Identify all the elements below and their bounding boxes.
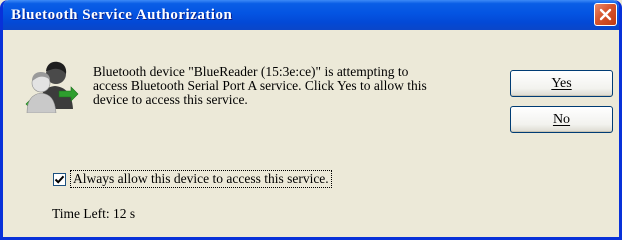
no-button[interactable]: No [510, 106, 613, 133]
always-allow-checkbox[interactable] [53, 172, 66, 186]
bluetooth-users-icon [23, 57, 81, 114]
dialog-content: Bluetooth device "BlueReader (15:3e:ce)"… [3, 30, 619, 237]
always-allow-label[interactable]: Always allow this device to access this … [70, 170, 332, 188]
dialog-window: Bluetooth Service Authorization Bluetoot… [0, 0, 622, 240]
close-icon [599, 8, 612, 21]
checkmark-icon [54, 175, 65, 184]
message-line: Bluetooth device "BlueReader (15:3e:ce)"… [93, 64, 409, 79]
yes-button-label: Yes [551, 75, 572, 91]
yes-button[interactable]: Yes [510, 70, 613, 97]
authorization-message: Bluetooth device "BlueReader (15:3e:ce)"… [93, 65, 503, 107]
close-button[interactable] [594, 3, 617, 26]
message-line: access Bluetooth Serial Port A service. … [93, 78, 427, 93]
title-bar[interactable]: Bluetooth Service Authorization [3, 0, 619, 30]
time-left-text: Time Left: 12 s [52, 206, 136, 221]
window-title: Bluetooth Service Authorization [11, 7, 233, 23]
message-line: device to access this service. [93, 92, 248, 107]
always-allow-option[interactable]: Always allow this device to access this … [53, 170, 332, 188]
no-button-label: No [552, 111, 571, 127]
